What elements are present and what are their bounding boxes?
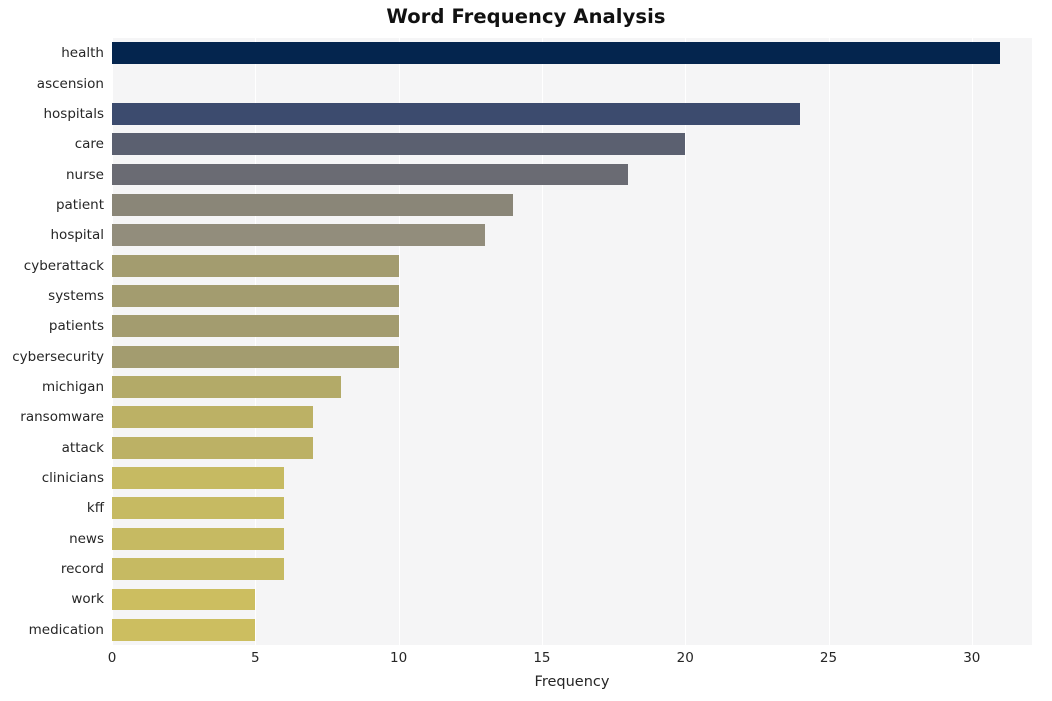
bar-row <box>112 436 1032 459</box>
y-axis-tick-labels: health ascension hospitals care nurse patient… <box>0 38 104 645</box>
bar-cyberattack[interactable] <box>112 254 399 277</box>
bar-hospitals[interactable] <box>112 102 800 125</box>
x-tick-label-25: 25 <box>819 650 838 666</box>
y-tick-label-hospital: hospital <box>50 227 105 244</box>
x-tick-label-10: 10 <box>390 650 408 666</box>
y-tick-label-ascension: ascension <box>36 75 104 92</box>
bar-row <box>112 224 1032 247</box>
bar-patients[interactable] <box>112 315 399 338</box>
bar-nurse[interactable] <box>112 163 628 186</box>
bar-clinicians[interactable] <box>112 467 284 489</box>
bar-systems[interactable] <box>112 285 399 307</box>
x-tick-label-15: 15 <box>533 650 551 666</box>
bar-row <box>112 527 1032 550</box>
bar-row <box>112 406 1032 429</box>
bar-row <box>112 163 1032 186</box>
bar-care[interactable] <box>112 133 686 156</box>
bar-health[interactable] <box>112 42 1001 65</box>
bar-row <box>112 497 1032 520</box>
y-tick-label-kff: kff <box>86 500 104 517</box>
bar-row <box>112 376 1032 398</box>
word-frequency-chart-figure: Word Frequency Analysis health ascension h… <box>0 0 1052 701</box>
y-tick-label-clinicians: clinicians <box>41 470 104 487</box>
plot-area <box>112 38 1032 645</box>
x-axis-title: Frequency <box>534 674 610 690</box>
y-tick-label-patient: patient <box>55 196 104 213</box>
x-tick-label-0: 0 <box>107 650 117 666</box>
bar-hospital[interactable] <box>112 224 485 247</box>
bar-attack[interactable] <box>112 436 313 459</box>
bar-row <box>112 315 1032 338</box>
bar-record[interactable] <box>112 558 284 581</box>
bar-row <box>112 467 1032 489</box>
y-tick-label-record: record <box>60 561 104 578</box>
bar-row <box>112 558 1032 581</box>
bars-container <box>112 38 1032 645</box>
y-tick-label-patients: patients <box>48 318 104 335</box>
bar-ransomware[interactable] <box>112 406 313 429</box>
y-tick-label-work: work <box>71 591 104 608</box>
page-title: Word Frequency Analysis <box>386 5 666 28</box>
x-tick-label-30: 30 <box>963 650 981 666</box>
bar-medication[interactable] <box>112 618 256 641</box>
y-tick-label-nurse: nurse <box>65 166 104 183</box>
bar-patient[interactable] <box>112 193 514 216</box>
bar-kff[interactable] <box>112 497 284 520</box>
y-tick-label-systems: systems <box>48 287 104 304</box>
x-tick-label-20: 20 <box>676 650 694 666</box>
y-tick-label-michigan: michigan <box>41 379 104 396</box>
bar-row <box>112 345 1032 368</box>
y-tick-label-care: care <box>74 136 104 153</box>
bar-row <box>112 618 1032 641</box>
bar-news[interactable] <box>112 527 284 550</box>
y-tick-label-attack: attack <box>61 439 104 456</box>
y-tick-label-cybersecurity: cybersecurity <box>12 348 104 365</box>
bar-row <box>112 73 1032 95</box>
y-tick-label-medication: medication <box>28 621 104 638</box>
bar-row <box>112 133 1032 156</box>
bar-michigan[interactable] <box>112 376 342 398</box>
y-tick-label-news: news <box>69 530 104 547</box>
bar-row <box>112 254 1032 277</box>
y-tick-label-ransomware: ransomware <box>20 409 104 426</box>
y-tick-label-hospitals: hospitals <box>43 105 104 122</box>
bar-cybersecurity[interactable] <box>112 345 399 368</box>
bar-work[interactable] <box>112 588 256 611</box>
bar-ascension[interactable] <box>112 73 800 95</box>
x-tick-label-5: 5 <box>251 650 260 666</box>
bar-row <box>112 42 1032 65</box>
x-axis-tick-labels: 0 5 10 15 20 25 30 <box>0 650 1052 672</box>
bar-row <box>112 193 1032 216</box>
bar-row <box>112 285 1032 307</box>
bar-row <box>112 102 1032 125</box>
y-tick-label-health: health <box>61 45 104 62</box>
bar-row <box>112 588 1032 611</box>
y-tick-label-cyberattack: cyberattack <box>23 257 104 274</box>
